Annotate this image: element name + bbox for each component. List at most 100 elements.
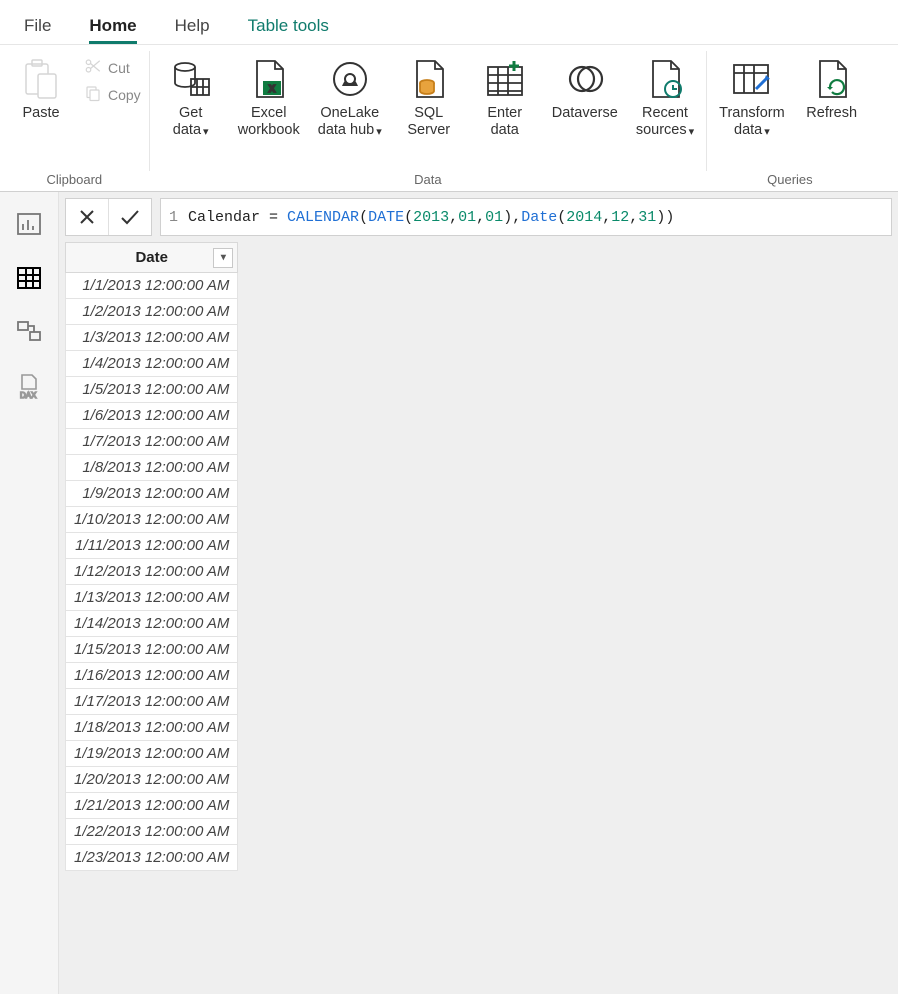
table-area[interactable]: Date ▾ 1/1/2013 12:00:00 AM1/2/2013 12:0…	[59, 242, 898, 994]
commit-formula-button[interactable]	[109, 199, 151, 235]
cell-date[interactable]: 1/9/2013 12:00:00 AM	[66, 481, 238, 507]
table-row[interactable]: 1/17/2013 12:00:00 AM	[66, 689, 238, 715]
recent-icon	[645, 55, 685, 103]
formula-text: Calendar = CALENDAR(DATE(2013,01,01),Dat…	[188, 209, 674, 226]
cell-date[interactable]: 1/22/2013 12:00:00 AM	[66, 819, 238, 845]
transform-label: Transform data▾	[719, 105, 785, 138]
dax-view-button[interactable]: DAX	[14, 372, 44, 400]
table-row[interactable]: 1/2/2013 12:00:00 AM	[66, 299, 238, 325]
cancel-formula-button[interactable]	[66, 199, 108, 235]
data-view-button[interactable]	[14, 264, 44, 292]
paste-button: Paste	[8, 51, 74, 122]
column-header-date[interactable]: Date ▾	[66, 243, 238, 273]
table-row[interactable]: 1/8/2013 12:00:00 AM	[66, 455, 238, 481]
cell-date[interactable]: 1/20/2013 12:00:00 AM	[66, 767, 238, 793]
cell-date[interactable]: 1/13/2013 12:00:00 AM	[66, 585, 238, 611]
paste-label: Paste	[22, 105, 59, 122]
enter-data-button[interactable]: Enter data	[472, 51, 538, 138]
dataverse-label: Dataverse	[552, 105, 618, 122]
enter-data-label: Enter data	[487, 105, 522, 138]
table-row[interactable]: 1/23/2013 12:00:00 AM	[66, 845, 238, 871]
formula-input[interactable]: 1 Calendar = CALENDAR(DATE(2013,01,01),D…	[160, 198, 892, 236]
table-row[interactable]: 1/5/2013 12:00:00 AM	[66, 377, 238, 403]
svg-text:DAX: DAX	[20, 391, 37, 399]
cell-date[interactable]: 1/15/2013 12:00:00 AM	[66, 637, 238, 663]
cell-date[interactable]: 1/8/2013 12:00:00 AM	[66, 455, 238, 481]
tab-home[interactable]: Home	[89, 16, 136, 44]
table-row[interactable]: 1/18/2013 12:00:00 AM	[66, 715, 238, 741]
cell-date[interactable]: 1/12/2013 12:00:00 AM	[66, 559, 238, 585]
table-row[interactable]: 1/6/2013 12:00:00 AM	[66, 403, 238, 429]
transform-data-button[interactable]: Transform data▾	[715, 51, 789, 138]
cell-date[interactable]: 1/23/2013 12:00:00 AM	[66, 845, 238, 871]
tab-help[interactable]: Help	[175, 16, 210, 44]
excel-icon: X	[249, 55, 289, 103]
group-queries-label: Queries	[767, 170, 813, 191]
sql-server-button[interactable]: SQL Server	[396, 51, 462, 138]
model-view-button[interactable]	[14, 318, 44, 346]
table-row[interactable]: 1/4/2013 12:00:00 AM	[66, 351, 238, 377]
cell-date[interactable]: 1/5/2013 12:00:00 AM	[66, 377, 238, 403]
cell-date[interactable]: 1/4/2013 12:00:00 AM	[66, 351, 238, 377]
recent-sources-button[interactable]: Recent sources▾	[632, 51, 698, 138]
sql-label: SQL Server	[407, 105, 450, 138]
table-row[interactable]: 1/11/2013 12:00:00 AM	[66, 533, 238, 559]
table-row[interactable]: 1/15/2013 12:00:00 AM	[66, 637, 238, 663]
cell-date[interactable]: 1/19/2013 12:00:00 AM	[66, 741, 238, 767]
table-row[interactable]: 1/20/2013 12:00:00 AM	[66, 767, 238, 793]
cell-date[interactable]: 1/18/2013 12:00:00 AM	[66, 715, 238, 741]
group-clipboard: Paste Cut Copy Clipboard	[0, 45, 149, 191]
tab-table-tools[interactable]: Table tools	[248, 16, 329, 44]
table-row[interactable]: 1/3/2013 12:00:00 AM	[66, 325, 238, 351]
refresh-label: Refresh	[806, 105, 857, 122]
cell-date[interactable]: 1/14/2013 12:00:00 AM	[66, 611, 238, 637]
table-row[interactable]: 1/16/2013 12:00:00 AM	[66, 663, 238, 689]
table-row[interactable]: 1/1/2013 12:00:00 AM	[66, 273, 238, 299]
cut-button: Cut	[84, 57, 141, 78]
onelake-icon	[329, 55, 371, 103]
table-row[interactable]: 1/19/2013 12:00:00 AM	[66, 741, 238, 767]
group-clipboard-label: Clipboard	[47, 170, 103, 191]
onelake-label: OneLake data hub▾	[318, 105, 382, 138]
table-row[interactable]: 1/10/2013 12:00:00 AM	[66, 507, 238, 533]
main-panel: 1 Calendar = CALENDAR(DATE(2013,01,01),D…	[59, 192, 898, 994]
cell-date[interactable]: 1/11/2013 12:00:00 AM	[66, 533, 238, 559]
report-view-button[interactable]	[14, 210, 44, 238]
column-filter-dropdown[interactable]: ▾	[213, 248, 233, 268]
dataverse-button[interactable]: Dataverse	[548, 51, 622, 122]
copy-icon	[84, 84, 102, 105]
menu-tabs: File Home Help Table tools	[0, 0, 898, 45]
sql-icon	[409, 55, 449, 103]
cell-date[interactable]: 1/2/2013 12:00:00 AM	[66, 299, 238, 325]
get-data-label: Get data▾	[173, 105, 209, 138]
table-row[interactable]: 1/12/2013 12:00:00 AM	[66, 559, 238, 585]
cell-date[interactable]: 1/6/2013 12:00:00 AM	[66, 403, 238, 429]
cell-date[interactable]: 1/3/2013 12:00:00 AM	[66, 325, 238, 351]
table-row[interactable]: 1/14/2013 12:00:00 AM	[66, 611, 238, 637]
table-row[interactable]: 1/22/2013 12:00:00 AM	[66, 819, 238, 845]
cell-date[interactable]: 1/10/2013 12:00:00 AM	[66, 507, 238, 533]
refresh-icon	[812, 55, 852, 103]
tab-file[interactable]: File	[24, 16, 51, 44]
get-data-icon	[169, 55, 213, 103]
table-row[interactable]: 1/7/2013 12:00:00 AM	[66, 429, 238, 455]
onelake-button[interactable]: OneLake data hub▾	[314, 51, 386, 138]
refresh-button[interactable]: Refresh	[799, 51, 865, 122]
cell-date[interactable]: 1/17/2013 12:00:00 AM	[66, 689, 238, 715]
cell-date[interactable]: 1/7/2013 12:00:00 AM	[66, 429, 238, 455]
cell-date[interactable]: 1/16/2013 12:00:00 AM	[66, 663, 238, 689]
copy-button: Copy	[84, 84, 141, 105]
get-data-button[interactable]: Get data▾	[158, 51, 224, 138]
formula-bar: 1 Calendar = CALENDAR(DATE(2013,01,01),D…	[59, 192, 898, 242]
table-row[interactable]: 1/9/2013 12:00:00 AM	[66, 481, 238, 507]
cell-date[interactable]: 1/21/2013 12:00:00 AM	[66, 793, 238, 819]
view-rail: DAX	[0, 192, 59, 994]
content-area: DAX 1 Calendar = CALENDAR(DATE(2013,01,0…	[0, 192, 898, 994]
table-row[interactable]: 1/21/2013 12:00:00 AM	[66, 793, 238, 819]
table-row[interactable]: 1/13/2013 12:00:00 AM	[66, 585, 238, 611]
cell-date[interactable]: 1/1/2013 12:00:00 AM	[66, 273, 238, 299]
formula-line-number: 1	[169, 209, 178, 226]
enter-data-icon	[484, 55, 526, 103]
copy-label: Copy	[108, 87, 141, 103]
excel-workbook-button[interactable]: X Excel workbook	[234, 51, 304, 138]
